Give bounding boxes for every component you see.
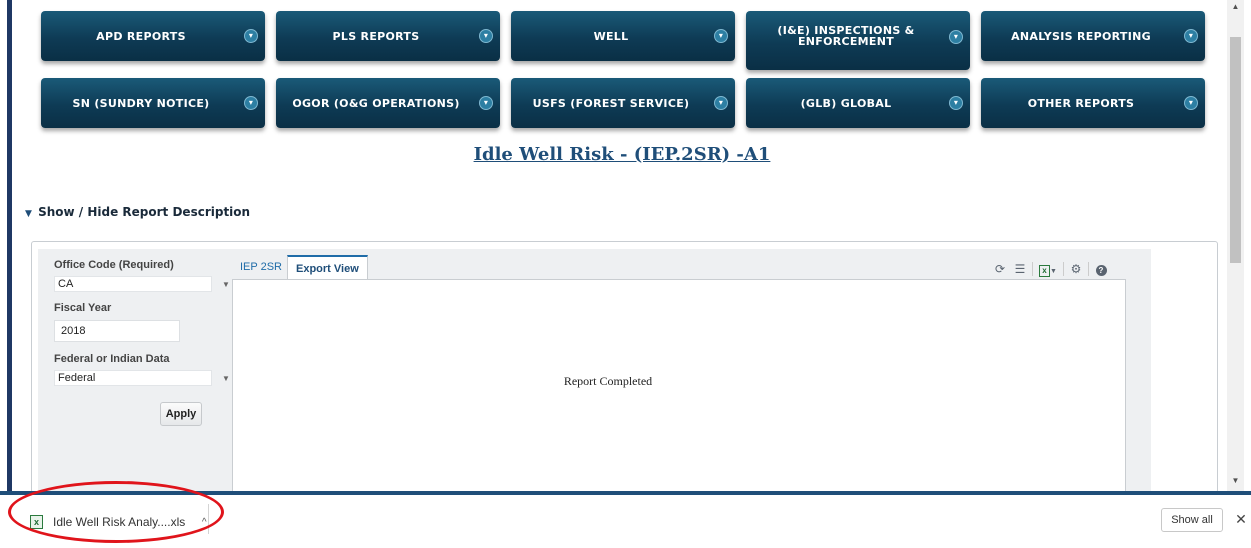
close-icon[interactable]: ✕ [1234,509,1248,529]
apply-button[interactable]: Apply [160,402,202,426]
nav-well[interactable]: WELL ▾ [511,11,735,61]
report-content-pane: Report Completed [232,279,1126,491]
nav-button-label: WELL [593,29,629,43]
triangle-down-icon: ▼ [25,209,32,219]
office-code-label: Office Code (Required) [54,259,174,271]
nav-button-label: (GLB) GLOBAL [800,96,892,110]
nav-sundry-notice[interactable]: SN (SUNDRY NOTICE) ▾ [41,78,265,128]
fiscal-year-input[interactable]: 2018 [54,320,180,342]
data-source-select[interactable]: Federal [54,370,212,386]
toolbar-divider [1063,262,1064,276]
nav-button-label: OTHER REPORTS [1027,96,1135,110]
chevron-down-icon: ▾ [714,29,728,43]
nav-global[interactable]: (GLB) GLOBAL ▾ [746,78,970,128]
toolbar-divider [1088,262,1089,276]
chevron-down-icon: ▾ [949,96,963,110]
help-icon[interactable]: ? [1091,261,1111,277]
nav-usfs[interactable]: USFS (FOREST SERVICE) ▾ [511,78,735,128]
highlight-circle [8,481,224,543]
chevron-down-icon: ▾ [479,96,493,110]
scroll-down-icon[interactable]: ▼ [1227,476,1244,485]
dropdown-arrow-icon[interactable]: ▼ [222,374,230,383]
chevron-down-icon: ▾ [479,29,493,43]
chevron-down-icon: ▾ [1184,96,1198,110]
list-icon[interactable]: ☰ [1010,261,1030,277]
nav-button-label: SN (SUNDRY NOTICE) [72,96,210,110]
show-hide-description-toggle[interactable]: ▼ Show / Hide Report Description [25,205,250,219]
report-region: Office Code (Required) CA ▼ Fiscal Year … [31,241,1218,491]
vertical-scrollbar[interactable]: ▲ ▼ [1227,0,1244,491]
fiscal-year-label: Fiscal Year [54,302,112,314]
refresh-icon[interactable]: ⟳ [990,261,1010,277]
report-title[interactable]: Idle Well Risk - (IEP.2SR) -A1 [17,144,1227,165]
toolbar-divider [1032,262,1033,276]
chevron-down-icon: ▾ [714,96,728,110]
nav-analysis-reporting[interactable]: ANALYSIS REPORTING ▾ [981,11,1205,61]
office-code-select[interactable]: CA [54,276,212,292]
excel-export-icon[interactable]: x ▼ [1035,261,1061,277]
tab-iep-2sr[interactable]: IEP 2SR [232,255,290,280]
nav-button-label: (I&E) INSPECTIONS & ENFORCEMENT [777,24,915,48]
nav-inspections-enforcement[interactable]: (I&E) INSPECTIONS & ENFORCEMENT ▾ [746,11,970,70]
nav-apd-reports[interactable]: APD REPORTS ▾ [41,11,265,61]
left-frame-border [0,0,12,491]
browser-viewport: APD REPORTS ▾ PLS REPORTS ▾ WELL ▾ (I&E)… [0,0,1251,548]
nav-button-label: ANALYSIS REPORTING [1011,29,1151,43]
chevron-down-icon: ▾ [949,29,963,44]
page-content: APD REPORTS ▾ PLS REPORTS ▾ WELL ▾ (I&E)… [17,0,1227,491]
nav-button-label: PLS REPORTS [332,29,420,43]
scrollbar-thumb[interactable] [1230,37,1241,263]
dropdown-arrow-icon[interactable]: ▼ [222,280,230,289]
nav-ogor[interactable]: OGOR (O&G OPERATIONS) ▾ [276,78,500,128]
settings-icon[interactable]: ⚙ [1066,261,1086,277]
scroll-up-icon[interactable]: ▲ [1227,2,1244,11]
nav-pls-reports[interactable]: PLS REPORTS ▾ [276,11,500,61]
report-inner-panel: Office Code (Required) CA ▼ Fiscal Year … [38,249,1151,491]
report-toolbar: ⟳ ☰ x ▼ ⚙ ? [990,261,1111,277]
chevron-down-icon: ▾ [244,96,258,110]
nav-button-label: OGOR (O&G OPERATIONS) [292,96,460,110]
report-status-text: Report Completed [563,374,653,388]
chevron-down-icon: ▾ [244,29,258,43]
nav-button-label: APD REPORTS [96,29,186,43]
show-all-button[interactable]: Show all [1161,508,1223,532]
tab-export-view[interactable]: Export View [287,255,368,280]
toggle-label: Show / Hide Report Description [38,205,251,219]
data-source-label: Federal or Indian Data [54,353,170,365]
nav-other-reports[interactable]: OTHER REPORTS ▾ [981,78,1205,128]
chevron-down-icon: ▾ [1184,29,1198,43]
nav-button-label: USFS (FOREST SERVICE) [532,96,690,110]
